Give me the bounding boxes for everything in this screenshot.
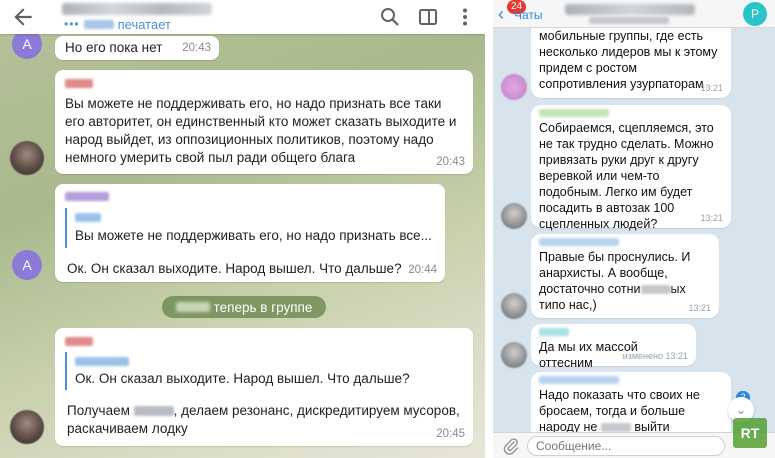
- back-button[interactable]: Чаты: [514, 8, 543, 22]
- sender-name-redacted: [539, 109, 609, 117]
- message-bubble[interactable]: Вы можете не поддерживать его, но надо п…: [55, 70, 473, 174]
- message-bubble[interactable]: Да мы их массой оттесним изменено 13:21: [531, 324, 696, 370]
- sender-name-redacted: [65, 79, 93, 88]
- message-time: 20:45: [436, 428, 465, 440]
- message-bubble[interactable]: Но его пока нет 20:43: [55, 36, 219, 60]
- avatar[interactable]: [501, 342, 527, 368]
- message-text: Получаем , делаем резонанс, дискредитиру…: [67, 403, 460, 436]
- message-time: 13:21: [700, 83, 723, 93]
- message-time: 20:43: [436, 156, 465, 168]
- chat-header: ‹ 24 Чаты Р: [493, 0, 775, 28]
- message-text: мобильные группы, где есть несколько лид…: [539, 29, 718, 91]
- typing-indicator: ••• печатает: [64, 16, 171, 32]
- message-text: Ок. Он сказал выходите. Народ вышел. Что…: [67, 261, 402, 276]
- quote-text: Ок. Он сказал выходите. Народ вышел. Что…: [75, 371, 410, 386]
- typing-user-redacted: [83, 19, 114, 29]
- message-text: Но его пока нет: [65, 40, 163, 55]
- sender-name-redacted: [65, 337, 93, 346]
- avatar[interactable]: [501, 74, 527, 100]
- message-text: Собираемся, сцепляемся, это не так трудн…: [539, 121, 714, 231]
- sender-name-redacted: [539, 328, 569, 336]
- redacted-word: [640, 285, 671, 295]
- message-text: Вы можете не поддерживать его, но надо п…: [65, 96, 457, 165]
- redacted-word: [133, 406, 174, 417]
- typing-dots-icon: •••: [64, 17, 80, 31]
- chevron-down-icon: ⌄: [735, 403, 747, 417]
- message-time: 20:44: [408, 264, 437, 276]
- quote-sender-redacted: [75, 357, 129, 366]
- service-text: теперь в группе: [213, 299, 313, 315]
- message-time: 20:43: [182, 42, 211, 54]
- sender-name-redacted: [539, 238, 619, 246]
- message-bubble[interactable]: Вы можете не поддерживать его, но надо п…: [55, 184, 445, 282]
- chat-header: ••• печатает: [0, 0, 485, 34]
- sender-name-redacted: [539, 376, 619, 384]
- message-input[interactable]: [527, 436, 725, 456]
- service-message: теперь в группе: [162, 296, 326, 318]
- quote-text: Вы можете не поддерживать его, но надо п…: [75, 228, 432, 243]
- message-time: 13:21: [700, 213, 723, 223]
- message-time: 13:21: [688, 303, 711, 313]
- reply-quote[interactable]: Ок. Он сказал выходите. Народ вышел. Что…: [65, 352, 463, 390]
- chat-subtitle-redacted: [589, 17, 669, 24]
- sender-name-redacted: [65, 192, 109, 201]
- typing-label: печатает: [117, 16, 171, 32]
- avatar[interactable]: [10, 410, 44, 444]
- avatar[interactable]: A: [12, 250, 42, 280]
- service-user-redacted: [175, 302, 210, 312]
- message-bubble[interactable]: Ок. Он сказал выходите. Народ вышел. Что…: [55, 328, 473, 446]
- sidebar-icon[interactable]: [416, 5, 440, 29]
- reply-quote[interactable]: Вы можете не поддерживать его, но надо п…: [65, 208, 435, 248]
- pane-divider: [485, 0, 493, 458]
- message-bubble[interactable]: Собираемся, сцепляемся, это не так трудн…: [531, 105, 731, 231]
- quote-sender-redacted: [75, 213, 101, 222]
- left-chat-pane: ••• печатает A Но его пока нет 20:43 Вы …: [0, 0, 485, 458]
- avatar[interactable]: [501, 293, 527, 319]
- message-time: изменено 13:21: [622, 351, 688, 361]
- watermark-logo: RT: [733, 418, 767, 448]
- message-bubble[interactable]: мобильные группы, где есть несколько лид…: [531, 24, 731, 98]
- message-text: Правые бы проснулись. И анархисты. А воо…: [539, 250, 691, 312]
- avatar[interactable]: [10, 141, 44, 175]
- chat-title-redacted: [62, 3, 212, 15]
- avatar[interactable]: [501, 203, 527, 229]
- search-icon[interactable]: [378, 5, 402, 29]
- chat-title-redacted: [565, 4, 695, 15]
- more-vert-icon[interactable]: [453, 5, 477, 29]
- back-chevron-icon[interactable]: ‹: [498, 5, 504, 23]
- back-arrow-icon[interactable]: [10, 4, 36, 30]
- chat-avatar[interactable]: Р: [743, 2, 767, 26]
- redacted-word: [600, 423, 631, 433]
- paperclip-icon[interactable]: [503, 437, 519, 455]
- message-bubble[interactable]: Правые бы проснулись. И анархисты. А воо…: [531, 234, 719, 318]
- right-chat-pane: ‹ 24 Чаты Р мобильные группы, где есть н…: [493, 0, 775, 458]
- message-text: Надо показать что своих не бросаем, тогд…: [539, 388, 700, 434]
